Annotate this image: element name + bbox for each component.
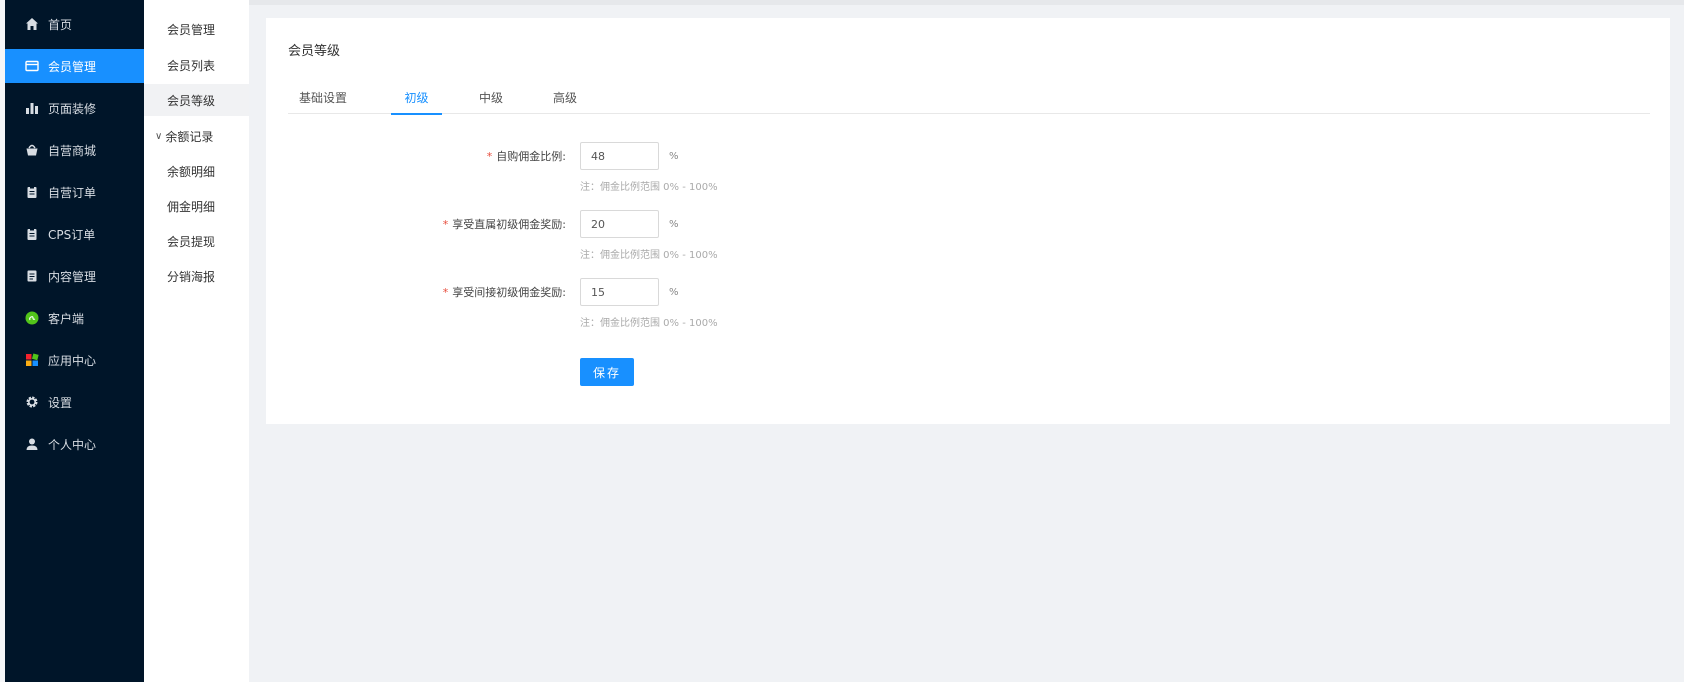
sidebar-item-settings[interactable]: 设置 (5, 385, 144, 419)
subnav-item-balance-details[interactable]: 余额明细 (144, 155, 249, 187)
sidebar-item-app-center[interactable]: 应用中心 (5, 343, 144, 377)
required-mark: * (486, 149, 493, 163)
percent-unit: % (669, 286, 679, 298)
shopping-basket-icon (25, 143, 39, 157)
sidebar-item-label: 首页 (48, 17, 73, 32)
field-label: * 自购佣金比例: (487, 142, 566, 170)
subnav-item-member-level[interactable]: 会员等级 (144, 84, 249, 116)
sidebar-item-label: 应用中心 (48, 353, 97, 368)
main-sidebar: 首页 会员管理 页面装修 自营商城 自营订单 CPS订单 内容管理 客户端 应用… (0, 0, 144, 682)
document-icon (25, 269, 39, 283)
user-icon (25, 437, 39, 451)
sidebar-item-label: 设置 (48, 395, 73, 410)
sidebar-item-personal-center[interactable]: 个人中心 (5, 427, 144, 461)
sidebar-item-home[interactable]: 首页 (5, 7, 144, 41)
clipboard-icon (25, 185, 39, 199)
tab-senior[interactable]: 高级 (548, 80, 582, 114)
field-label-text: 自购佣金比例: (496, 150, 566, 163)
sidebar-item-label: 内容管理 (48, 269, 97, 284)
field-label-text: 享受间接初级佣金奖励: (452, 286, 566, 299)
sidebar-item-self-mall[interactable]: 自营商城 (5, 133, 144, 167)
percent-unit: % (669, 218, 679, 230)
form-row-direct-junior-commission: * 享受直属初级佣金奖励: % 注：佣金比例范围 0% - 100% (266, 210, 1670, 261)
indirect-junior-commission-input[interactable] (580, 278, 659, 306)
tab-basic-settings[interactable]: 基础设置 (288, 80, 358, 114)
self-purchase-commission-input[interactable] (580, 142, 659, 170)
save-button[interactable]: 保存 (580, 358, 634, 386)
percent-unit: % (669, 150, 679, 162)
mini-program-icon (25, 311, 39, 325)
subnav-item-label: 会员提现 (167, 234, 216, 249)
subnav-item-label: 佣金明细 (167, 199, 216, 214)
subnav-item-label: 分销海报 (167, 269, 216, 284)
top-divider (249, 0, 1684, 5)
sidebar-item-self-orders[interactable]: 自营订单 (5, 175, 144, 209)
subnav-item-member-list[interactable]: 会员列表 (144, 49, 249, 81)
app-grid-icon (25, 353, 39, 367)
sidebar-item-content-management[interactable]: 内容管理 (5, 259, 144, 293)
field-label: * 享受间接初级佣金奖励: (443, 278, 566, 306)
field-label-text: 享受直属初级佣金奖励: (452, 218, 566, 231)
subnav-item-member-withdrawal[interactable]: 会员提现 (144, 225, 249, 257)
clipboard-icon (25, 227, 39, 241)
sidebar-item-cps-orders[interactable]: CPS订单 (5, 217, 144, 251)
level-tabs: 基础设置 初级 中级 高级 (288, 80, 1650, 115)
sidebar-item-page-decoration[interactable]: 页面装修 (5, 91, 144, 125)
sidebar-item-label: 自营订单 (48, 185, 97, 200)
subnav-item-distribution-poster[interactable]: 分销海报 (144, 260, 249, 292)
sidebar-item-member-management[interactable]: 会员管理 (5, 49, 144, 83)
sidebar-item-label: 个人中心 (48, 437, 97, 452)
required-mark: * (442, 217, 449, 231)
sidebar-item-label: 页面装修 (48, 101, 97, 116)
subnav-item-commission-details[interactable]: 佣金明细 (144, 190, 249, 222)
tab-intermediate[interactable]: 中级 (474, 80, 508, 114)
field-label: * 享受直属初级佣金奖励: (443, 210, 566, 238)
subnav-item-member-management[interactable]: 会员管理 (144, 13, 249, 45)
field-hint: 注：佣金比例范围 0% - 100% (580, 182, 718, 193)
sidebar-item-label: 会员管理 (48, 59, 97, 74)
sidebar-item-client[interactable]: 客户端 (5, 301, 144, 335)
content-card: 会员等级 基础设置 初级 中级 高级 * 自购佣金比例: % 注：佣金比例范围 … (266, 18, 1670, 424)
chevron-down-icon: ∨ (155, 130, 163, 142)
subnav-item-label: 会员管理 (167, 22, 216, 37)
sub-sidebar: 会员管理 会员列表 会员等级 ∨ 余额记录 余额明细 佣金明细 会员提现 分销海… (144, 0, 249, 682)
sidebar-item-label: 自营商城 (48, 143, 97, 158)
member-card-icon (25, 59, 39, 73)
form-row-self-purchase-commission: * 自购佣金比例: % 注：佣金比例范围 0% - 100% (266, 142, 1670, 193)
subnav-group-balance-records[interactable]: ∨ 余额记录 (144, 120, 249, 152)
page-title: 会员等级 (288, 44, 341, 59)
subnav-item-label: 余额明细 (167, 164, 216, 179)
bar-chart-icon (25, 101, 39, 115)
field-hint: 注：佣金比例范围 0% - 100% (580, 318, 718, 329)
form-row-indirect-junior-commission: * 享受间接初级佣金奖励: % 注：佣金比例范围 0% - 100% (266, 278, 1670, 329)
sidebar-item-label: 客户端 (48, 311, 85, 326)
direct-junior-commission-input[interactable] (580, 210, 659, 238)
subnav-item-label: 余额记录 (165, 129, 214, 144)
sidebar-item-label: CPS订单 (48, 227, 96, 242)
required-mark: * (442, 285, 449, 299)
tab-junior[interactable]: 初级 (391, 80, 442, 115)
subnav-item-label: 会员列表 (167, 58, 216, 73)
home-icon (25, 17, 39, 31)
gear-icon (25, 395, 39, 409)
subnav-item-label: 会员等级 (167, 93, 216, 108)
field-hint: 注：佣金比例范围 0% - 100% (580, 250, 718, 261)
